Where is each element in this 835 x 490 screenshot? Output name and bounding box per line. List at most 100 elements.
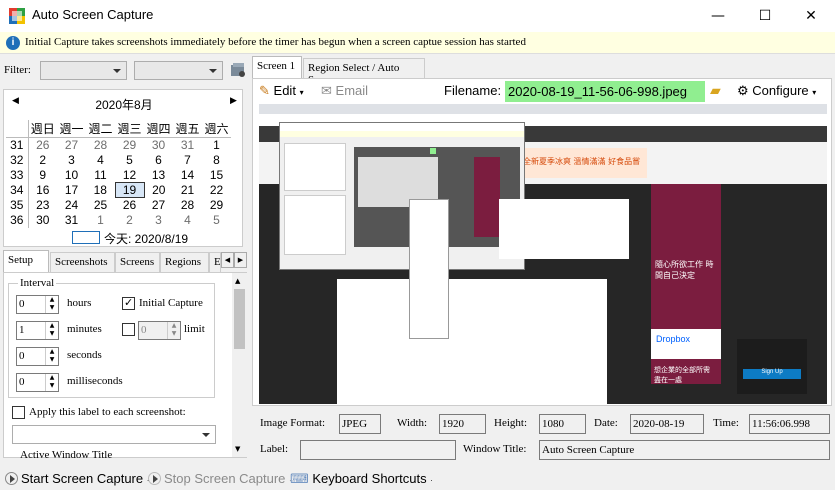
minutes-stepper[interactable]: 1 ▲ ▼ [16,321,59,340]
time-field[interactable]: 11:56:06.998 [749,414,830,434]
calendar-day[interactable]: 24 [57,198,86,213]
stepper-arrows-icon[interactable]: ▲ ▼ [45,296,58,313]
configure-button[interactable]: ⚙ Configure ▾ [737,83,816,99]
calendar-day[interactable]: 16 [28,183,57,198]
filter-value-select[interactable] [134,61,223,80]
calendar-day[interactable]: 28 [173,198,202,213]
calendar-day[interactable]: 31 [57,213,86,228]
calendar-day[interactable]: 17 [57,183,86,198]
stop-capture-button[interactable]: Stop Screen Capture · [148,471,292,486]
seconds-stepper[interactable]: 0 ▲ ▼ [16,347,59,366]
limit-checkbox[interactable] [122,323,135,336]
calendar-day[interactable]: 5 [115,153,144,168]
email-button[interactable]: ✉ Email [321,83,368,99]
calendar-day[interactable]: 18 [86,183,115,198]
calendar-day[interactable]: 25 [86,198,115,213]
calendar-day[interactable]: 26 [115,198,144,213]
image-format-field[interactable]: JPEG [339,414,381,434]
today-link[interactable]: 今天: 2020/8/19 [104,230,188,247]
calendar-day[interactable]: 11 [86,168,115,183]
stepper-arrows-icon[interactable]: ▲ ▼ [45,374,58,391]
maximize-button[interactable]: ☐ [742,0,788,32]
calendar-day[interactable]: 1 [202,138,231,153]
width-field[interactable]: 1920 [439,414,486,434]
calendar-day[interactable]: 27 [144,198,173,213]
calendar-day[interactable]: 26 [28,138,57,153]
next-month-button[interactable]: ▶ [230,96,237,106]
scroll-thumb[interactable] [234,289,245,349]
filter-type-select[interactable] [40,61,127,80]
keyboard-shortcuts-button[interactable]: ⌨ Keyboard Shortcuts · [290,471,433,487]
date-label: Date: [594,417,618,429]
stepper-arrows-icon[interactable]: ▲ ▼ [167,322,180,339]
stepper-arrows-icon[interactable]: ▲ ▼ [45,348,58,365]
label-field-label: Label: [260,443,289,455]
close-button[interactable]: ✕ [788,0,834,32]
hours-stepper[interactable]: 0 ▲ ▼ [16,295,59,314]
tab-setup[interactable]: Setup [3,250,49,272]
calendar-day[interactable]: 13 [144,168,173,183]
calendar-day[interactable]: 12 [115,168,144,183]
calendar-day[interactable]: 29 [202,198,231,213]
calendar-day[interactable]: 14 [173,168,202,183]
seconds-label: seconds [67,349,102,361]
tab-editors[interactable]: E [209,252,221,272]
refresh-icon[interactable] [229,61,247,79]
calendar-day[interactable]: 20 [144,183,173,198]
calendar-day[interactable]: 1 [86,213,115,228]
calendar-day[interactable]: 29 [115,138,144,153]
calendar-day[interactable]: 2 [115,213,144,228]
calendar-day[interactable]: 23 [28,198,57,213]
setup-scrollbar[interactable]: ▲ ▼ [232,273,247,457]
calendar-day[interactable]: 6 [144,153,173,168]
label-field[interactable] [300,440,456,460]
initial-capture-checkbox[interactable] [122,296,135,310]
calendar-day[interactable]: 2 [28,153,57,168]
calendar-day[interactable]: 31 [173,138,202,153]
preview-signup: Sign Up [743,369,801,379]
calendar-day[interactable]: 3 [57,153,86,168]
calendar-day[interactable]: 30 [28,213,57,228]
filename-field[interactable]: 2020-08-19_11-56-06-998.jpeg [505,81,705,102]
calendar-day[interactable]: 3 [144,213,173,228]
calendar-day[interactable]: 28 [86,138,115,153]
scroll-up-icon[interactable]: ▲ [235,277,240,285]
start-capture-button[interactable]: Start Screen Capture · [5,471,149,486]
tab-scroll-left-icon[interactable]: ◀ [221,252,234,268]
label-select[interactable] [12,425,216,444]
folder-icon[interactable]: ▰ [710,82,721,99]
minimize-button[interactable]: — [695,0,741,32]
tab-region-select[interactable]: Region Select / Auto Save [303,58,425,86]
tab-scroll-right-icon[interactable]: ▶ [234,252,247,268]
calendar-day[interactable]: 4 [173,213,202,228]
calendar-day[interactable]: 8 [202,153,231,168]
date-field[interactable]: 2020-08-19 [630,414,704,434]
tab-screen-1[interactable]: Screen 1 [252,56,302,78]
calendar-day[interactable]: 9 [28,168,57,183]
milliseconds-stepper[interactable]: 0 ▲ ▼ [16,373,59,392]
calendar-day[interactable]: 7 [173,153,202,168]
window-title-field[interactable]: Auto Screen Capture [539,440,830,460]
limit-stepper[interactable]: 0 ▲ ▼ [138,321,181,340]
tab-screens[interactable]: Screens [115,252,160,272]
edit-button[interactable]: ✎ Edit ▾ [259,83,304,99]
milliseconds-label: milliseconds [67,375,123,387]
calendar-day[interactable]: 30 [144,138,173,153]
stepper-arrows-icon[interactable]: ▲ ▼ [45,322,58,339]
apply-label-checkbox[interactable] [12,406,25,419]
height-field[interactable]: 1080 [539,414,586,434]
calendar-day[interactable]: 27 [57,138,86,153]
title-bar[interactable]: Auto Screen Capture — ☐ ✕ [0,0,835,32]
calendar-day[interactable]: 22 [202,183,231,198]
scroll-down-icon[interactable]: ▼ [235,445,240,453]
calendar[interactable]: ◀ 2020年8月 ▶ 週日 週一 週二 週三 週四 週五 週六 31 26 2… [3,89,243,247]
calendar-day[interactable]: 21 [173,183,202,198]
calendar-day[interactable]: 15 [202,168,231,183]
calendar-day-selected[interactable]: 19 [114,182,145,198]
tab-regions[interactable]: Regions [160,252,209,272]
calendar-day[interactable]: 4 [86,153,115,168]
screenshot-preview[interactable]: 全新夏季冰爽 溫情滿滿 好食品嘗 隨心所欲工作 時間自己決定 Dropbox 想… [259,104,827,404]
tab-screenshots[interactable]: Screenshots [50,252,115,272]
calendar-day[interactable]: 10 [57,168,86,183]
calendar-day[interactable]: 5 [202,213,231,228]
